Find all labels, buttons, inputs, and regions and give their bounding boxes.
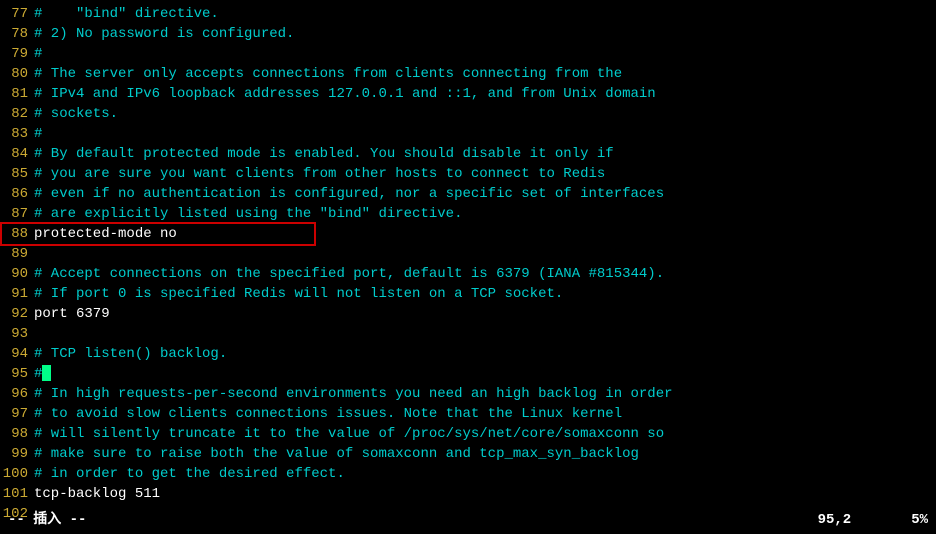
code-line: 81# IPv4 and IPv6 loopback addresses 127… [0,84,936,104]
code-line: 77# "bind" directive. [0,4,936,24]
line-content: # make sure to raise both the value of s… [34,444,639,464]
line-content: # [34,364,51,384]
line-content: # in order to get the desired effect. [34,464,345,484]
line-content: # are explicitly listed using the "bind"… [34,204,462,224]
code-line: 101tcp-backlog 511 [0,484,936,504]
line-number: 87 [0,204,34,224]
status-bar: -- 插入 -- 95,2 5% [0,510,936,530]
code-line: 80# The server only accepts connections … [0,64,936,84]
code-line: 92port 6379 [0,304,936,324]
line-content: tcp-backlog 511 [34,484,160,504]
line-number: 82 [0,104,34,124]
mode-indicator: -- 插入 -- [8,510,86,530]
code-line: 91# If port 0 is specified Redis will no… [0,284,936,304]
code-line: 96# In high requests-per-second environm… [0,384,936,404]
code-line: 97# to avoid slow clients connections is… [0,404,936,424]
line-number: 96 [0,384,34,404]
line-content: # will silently truncate it to the value… [34,424,664,444]
code-line: 100# in order to get the desired effect. [0,464,936,484]
line-content: # 2) No password is configured. [34,24,294,44]
line-number: 78 [0,24,34,44]
line-content: # "bind" directive. [34,4,219,24]
code-line: 82# sockets. [0,104,936,124]
line-number: 91 [0,284,34,304]
line-number: 100 [0,464,34,484]
line-content: # If port 0 is specified Redis will not … [34,284,563,304]
line-number: 77 [0,4,34,24]
line-content: # you are sure you want clients from oth… [34,164,605,184]
scroll-percent: 5% [911,510,928,530]
code-line: 85# you are sure you want clients from o… [0,164,936,184]
code-line: 99# make sure to raise both the value of… [0,444,936,464]
code-line: 78# 2) No password is configured. [0,24,936,44]
cursor-position: 95,2 [818,510,852,530]
line-content: # [34,44,42,64]
line-number: 80 [0,64,34,84]
line-number: 79 [0,44,34,64]
line-number: 93 [0,324,34,344]
code-line: 90# Accept connections on the specified … [0,264,936,284]
code-line: 94# TCP listen() backlog. [0,344,936,364]
code-line: 79# [0,44,936,64]
line-content: # IPv4 and IPv6 loopback addresses 127.0… [34,84,656,104]
code-line: 98# will silently truncate it to the val… [0,424,936,444]
line-content: # By default protected mode is enabled. … [34,144,614,164]
line-content: port 6379 [34,304,110,324]
line-number: 95 [0,364,34,384]
line-number: 89 [0,244,34,264]
code-line: 95# [0,364,936,384]
highlighted-line: 88protected-mode no [0,222,316,246]
line-number: 84 [0,144,34,164]
line-number: 98 [0,424,34,444]
line-content: # [34,124,42,144]
line-number: 81 [0,84,34,104]
line-content: # even if no authentication is configure… [34,184,664,204]
line-number: 83 [0,124,34,144]
code-line: 89 [0,244,936,264]
code-line: 87# are explicitly listed using the "bin… [0,204,936,224]
line-number: 90 [0,264,34,284]
line-number: 97 [0,404,34,424]
line-content: # In high requests-per-second environmen… [34,384,673,404]
line-number: 86 [0,184,34,204]
line-content: # sockets. [34,104,118,124]
line-content: # The server only accepts connections fr… [34,64,622,84]
line-number: 101 [0,484,34,504]
code-line: 93 [0,324,936,344]
code-line: 86# even if no authentication is configu… [0,184,936,204]
line-number: 88 [2,224,34,244]
line-number: 94 [0,344,34,364]
line-number: 85 [0,164,34,184]
line-number: 99 [0,444,34,464]
code-line: 84# By default protected mode is enabled… [0,144,936,164]
line-content: # to avoid slow clients connections issu… [34,404,622,424]
editor-viewport[interactable]: 77# "bind" directive.78# 2) No password … [0,0,936,528]
cursor [42,365,51,381]
line-content: # TCP listen() backlog. [34,344,227,364]
line-number: 92 [0,304,34,324]
line-content: protected-mode no [34,224,177,244]
code-line: 83# [0,124,936,144]
line-content: # Accept connections on the specified po… [34,264,664,284]
